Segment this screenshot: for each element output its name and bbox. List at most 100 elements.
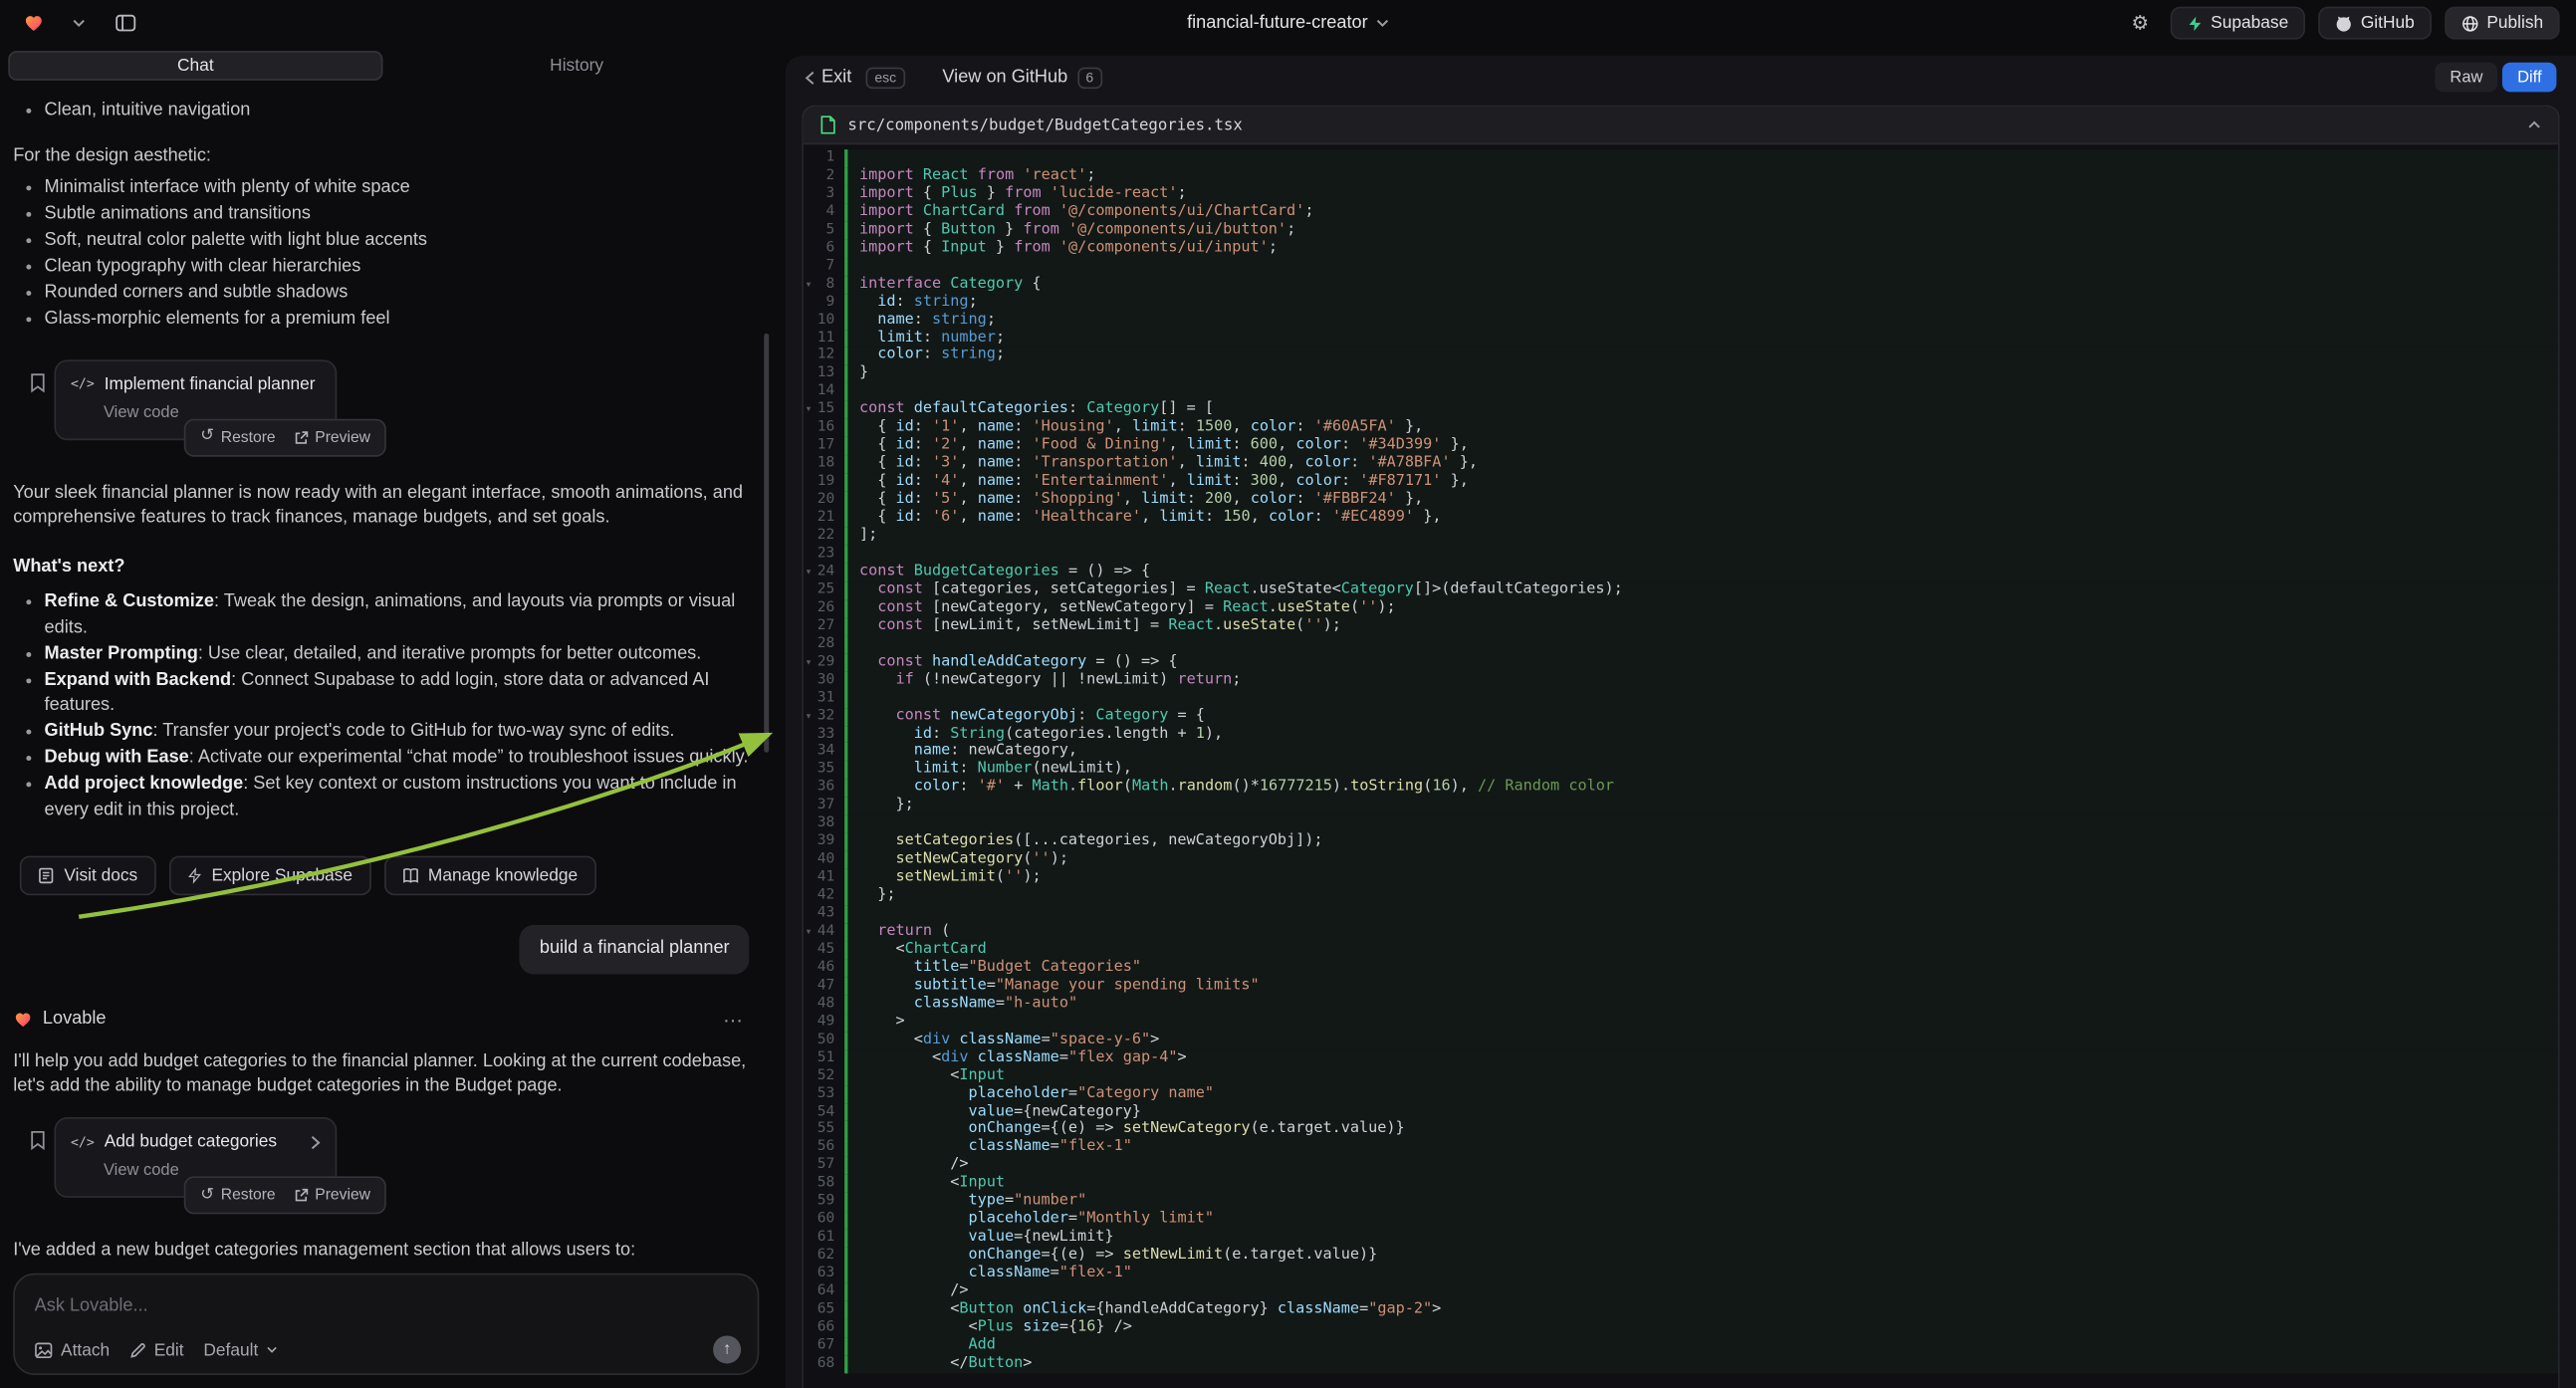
code-line: 39 setCategories([...categories, newCate… <box>804 833 2558 851</box>
settings-gear-icon[interactable]: ⚙ <box>2124 7 2157 40</box>
fold-chevron-icon[interactable]: ▾ <box>806 564 813 581</box>
diff-toggle-button[interactable]: Diff <box>2502 63 2556 93</box>
code-line-content <box>844 383 2558 401</box>
attach-button[interactable]: Attach <box>35 1340 111 1360</box>
code-line: 30 if (!newCategory || !newLimit) return… <box>804 671 2558 689</box>
message-more-icon[interactable]: ⋯ <box>716 1010 749 1030</box>
exit-button[interactable]: Exit <box>806 68 852 88</box>
chat-composer: Attach Edit Default ↑ <box>13 1273 759 1375</box>
supabase-button[interactable]: Supabase <box>2170 7 2305 40</box>
code-line: 36 color: '#' + Math.floor(Math.random()… <box>804 780 2558 798</box>
chat-input[interactable] <box>35 1296 741 1316</box>
code-line-content: const [newLimit, setNewLimit] = React.us… <box>844 617 2558 635</box>
fold-chevron-icon[interactable]: ▾ <box>806 707 813 725</box>
explore-supabase-button[interactable]: Explore Supabase <box>169 856 371 896</box>
code-line-content <box>844 815 2558 833</box>
code-line-content: ]; <box>844 528 2558 546</box>
code-line-content <box>844 635 2558 653</box>
code-line: 53 placeholder="Category name" <box>804 1085 2558 1103</box>
line-number: 5 <box>804 221 844 239</box>
code-line: 28 <box>804 635 2558 653</box>
send-button[interactable]: ↑ <box>713 1335 741 1363</box>
publish-button[interactable]: Publish <box>2444 7 2559 40</box>
project-name-menu[interactable]: financial-future-creator <box>1187 13 1389 33</box>
line-number: 62 <box>804 1248 844 1266</box>
preview-button[interactable]: Preview <box>287 423 376 452</box>
raw-toggle-button[interactable]: Raw <box>2436 63 2498 93</box>
line-number: 4 <box>804 203 844 221</box>
line-number: 43 <box>804 905 844 923</box>
line-number: 56 <box>804 1139 844 1157</box>
line-number: 9 <box>804 294 844 312</box>
collapse-file-button[interactable] <box>2527 119 2542 129</box>
code-line-content: const defaultCategories: Category[] = [ <box>844 401 2558 419</box>
line-number: 61 <box>804 1230 844 1248</box>
code-line-content <box>844 905 2558 923</box>
assistant-name: Lovable <box>43 1008 107 1034</box>
code-line: 23 <box>804 546 2558 564</box>
code-line-content: onChange={(e) => setNewLimit(e.target.va… <box>844 1248 2558 1266</box>
file-header[interactable]: src/components/budget/BudgetCategories.t… <box>804 107 2558 144</box>
code-editor-area[interactable]: 1 2import React from 'react';3import { P… <box>804 144 2558 1388</box>
github-button[interactable]: GitHub <box>2318 7 2431 40</box>
edit-mode-button[interactable]: Edit <box>129 1340 184 1360</box>
fold-chevron-icon[interactable]: ▾ <box>806 276 813 294</box>
github-icon <box>2334 14 2352 32</box>
code-line-content: limit: number; <box>844 330 2558 347</box>
tab-chat[interactable]: Chat <box>8 51 382 81</box>
next-step-desc: : Activate our experimental “chat mode” … <box>189 748 749 768</box>
chat-message-list[interactable]: Clean, intuitive navigation For the desi… <box>0 86 773 1264</box>
design-bullet: Clean typography with clear hierarchies <box>13 255 749 281</box>
line-number: 22 <box>804 528 844 546</box>
bookmark-icon[interactable] <box>30 372 47 392</box>
code-line: 1 <box>804 149 2558 167</box>
code-line: ▾44 return ( <box>804 923 2558 941</box>
code-line-content: import React from 'react'; <box>844 167 2558 185</box>
code-line: 38 <box>804 815 2558 833</box>
line-number: 52 <box>804 1067 844 1085</box>
model-selector[interactable]: Default <box>203 1340 278 1360</box>
line-number: 48 <box>804 996 844 1014</box>
tab-history[interactable]: History <box>389 51 764 81</box>
visit-docs-button[interactable]: Visit docs <box>20 856 156 896</box>
code-line: 62 onChange={(e) => setNewLimit(e.target… <box>804 1248 2558 1266</box>
fold-chevron-icon[interactable]: ▾ <box>806 923 813 941</box>
code-line-content: name: newCategory, <box>844 744 2558 762</box>
design-bullet: Glass-morphic elements for a premium fee… <box>13 308 749 334</box>
code-line-content: <Input <box>844 1067 2558 1085</box>
bookmark-icon[interactable] <box>30 1130 47 1150</box>
sidebar-toggle-icon[interactable] <box>109 7 141 40</box>
preview-button[interactable]: Preview <box>287 1181 376 1210</box>
line-number: 58 <box>804 1175 844 1193</box>
restore-button[interactable]: ↺ Restore <box>194 1181 283 1210</box>
code-icon: </> <box>71 375 95 394</box>
manage-knowledge-button[interactable]: Manage knowledge <box>383 856 595 896</box>
fold-chevron-icon[interactable]: ▾ <box>806 401 813 419</box>
code-line: ▾32 const newCategoryObj: Category = { <box>804 707 2558 725</box>
code-line: 58 <Input <box>804 1175 2558 1193</box>
top-bar: financial-future-creator ⚙ Supabase GitH… <box>0 0 2576 46</box>
card-hover-toolbar: ↺ Restore Preview <box>184 1176 387 1215</box>
restore-button[interactable]: ↺ Restore <box>194 423 283 452</box>
workspace-chevron-down-icon[interactable] <box>63 7 96 40</box>
code-line-content: import { Input } from '@/components/ui/i… <box>844 240 2558 258</box>
view-on-github-button[interactable]: View on GitHub 6 <box>942 67 1101 88</box>
code-line: 7 <box>804 258 2558 276</box>
docs-icon <box>38 868 55 885</box>
next-step-label: Debug with Ease <box>45 748 189 768</box>
fold-chevron-icon[interactable]: ▾ <box>806 653 813 671</box>
lovable-logo-heart-icon[interactable] <box>17 7 50 40</box>
code-line: 50 <div className="space-y-6"> <box>804 1032 2558 1049</box>
edit-card-title: Implement financial planner <box>105 372 316 397</box>
supabase-bolt-icon <box>187 868 202 885</box>
code-line-content: { id: '6', name: 'Healthcare', limit: 15… <box>844 510 2558 528</box>
code-line: 42 }; <box>804 887 2558 905</box>
code-line: 37 }; <box>804 798 2558 815</box>
code-line-content: { id: '4', name: 'Entertainment', limit:… <box>844 473 2558 491</box>
code-line: 64 /> <box>804 1283 2558 1301</box>
code-line-content: type="number" <box>844 1193 2558 1211</box>
code-line: 49 > <box>804 1014 2558 1032</box>
code-line-content: setCategories([...categories, newCategor… <box>844 833 2558 851</box>
chat-scrollbar-thumb[interactable] <box>764 334 769 753</box>
preview-label: Preview <box>315 1184 370 1206</box>
